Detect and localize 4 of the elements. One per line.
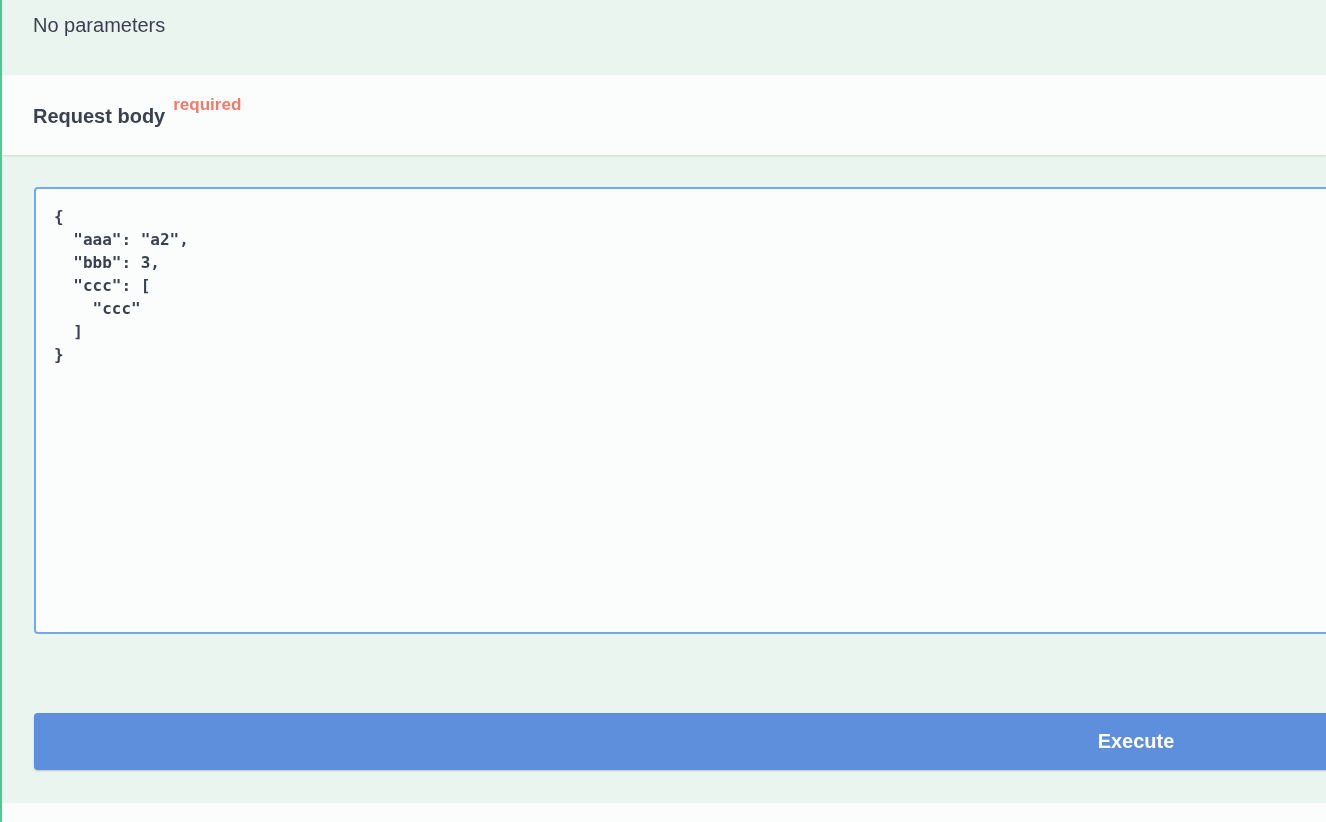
- json-editor[interactable]: { "aaa": "a2", "bbb": 3, "ccc": [ "ccc" ] }: [34, 187, 1326, 634]
- no-parameters-text: No parameters: [33, 14, 166, 37]
- required-label: required: [173, 95, 242, 115]
- request-body-title: Request body: [33, 105, 166, 128]
